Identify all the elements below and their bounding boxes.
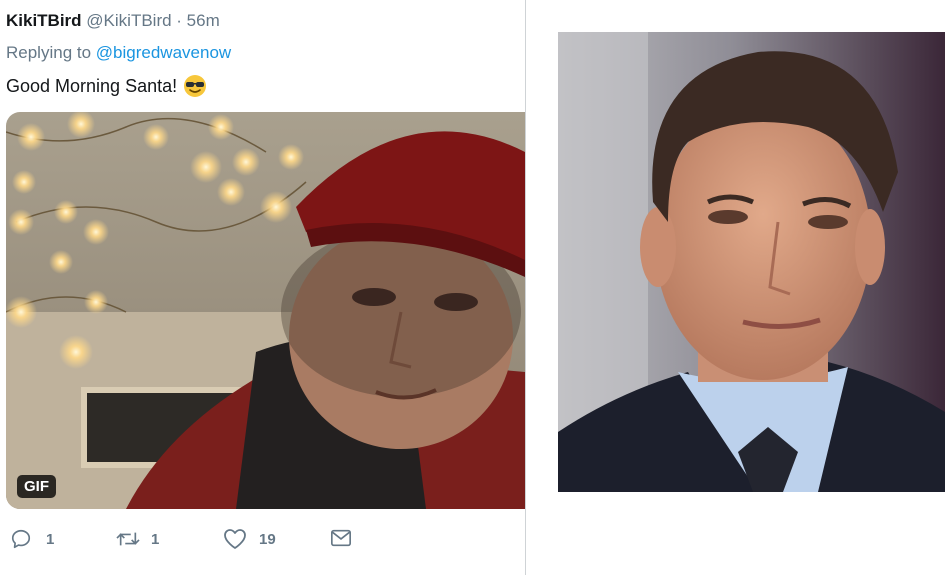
replying-to-line: Replying to @bigredwavenow — [6, 43, 231, 63]
reply-icon — [11, 529, 31, 549]
replying-to-mention[interactable]: @bigredwavenow — [96, 43, 231, 62]
like-count: 19 — [259, 530, 276, 548]
user-handle[interactable]: @KikiTBird — [86, 11, 171, 30]
tweet-header: KikiTBird @KikiTBird · 56m — [6, 11, 220, 31]
gif-still-image — [6, 112, 525, 509]
retweet-button[interactable]: 1 — [115, 528, 159, 550]
retweet-count: 1 — [151, 530, 160, 548]
timestamp[interactable]: · 56m — [176, 11, 219, 30]
sunglasses-emoji-icon — [184, 75, 207, 97]
heart-icon — [224, 529, 246, 549]
gif-badge: GIF — [17, 475, 56, 498]
reply-count: 1 — [46, 530, 55, 548]
reply-button[interactable]: 1 — [10, 528, 54, 550]
portrait-image — [558, 32, 945, 492]
replying-to-label: Replying to — [6, 43, 92, 62]
tweet: KikiTBird @KikiTBird · 56m Replying to @… — [0, 0, 525, 575]
direct-message-button[interactable] — [330, 528, 352, 548]
tweet-actions: 1 1 19 — [0, 528, 525, 558]
display-name[interactable]: KikiTBird — [6, 11, 82, 30]
portrait-photo — [558, 32, 945, 492]
envelope-icon — [331, 529, 351, 547]
retweet-icon — [116, 532, 140, 546]
like-button[interactable]: 19 — [223, 528, 276, 550]
gif-media[interactable]: GIF — [6, 112, 525, 509]
tweet-text-body: Good Morning Santa! — [6, 75, 178, 96]
tweet-text: Good Morning Santa! — [6, 74, 207, 98]
column-divider — [525, 0, 526, 575]
